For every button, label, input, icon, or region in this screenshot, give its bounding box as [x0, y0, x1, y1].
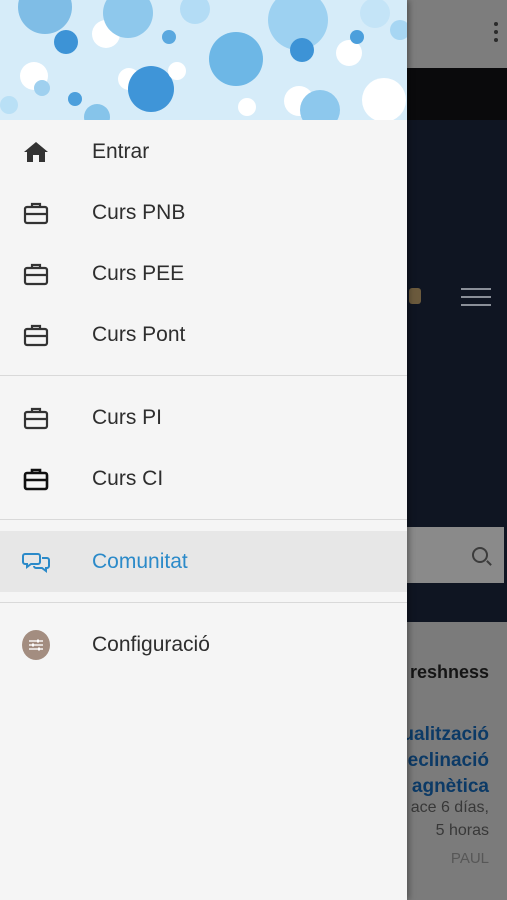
divider	[0, 602, 407, 603]
menu-item-label: Curs CI	[92, 466, 164, 490]
site-logo-icon	[409, 288, 421, 304]
home-icon	[22, 138, 50, 166]
timestamp-line: 5 horas	[435, 822, 489, 839]
drawer-header-bubbles	[0, 0, 407, 120]
menu-item-label: Entrar	[92, 139, 150, 163]
search-box[interactable]	[400, 527, 504, 583]
navigation-drawer: Entrar Curs PNB Curs PEE Curs Pont Curs …	[0, 0, 407, 900]
menu-item-curs-pont[interactable]: Curs Pont	[0, 304, 407, 365]
menu-item-label: Configuració	[92, 632, 210, 656]
menu-item-curs-pi[interactable]: Curs PI	[0, 387, 407, 448]
briefcase-icon	[22, 260, 50, 288]
hamburger-menu-icon[interactable]	[461, 288, 491, 306]
briefcase-icon	[22, 321, 50, 349]
section-heading: reshness	[409, 662, 489, 682]
briefcase-icon	[22, 404, 50, 432]
menu-item-label: Curs PI	[92, 405, 163, 429]
divider	[0, 519, 407, 520]
more-options-icon[interactable]	[493, 22, 499, 46]
briefcase-icon	[22, 465, 50, 493]
menu-item-curs-ci[interactable]: Curs CI	[0, 448, 407, 509]
drawer-menu: Entrar Curs PNB Curs PEE Curs Pont Curs …	[0, 120, 407, 675]
menu-item-label: Comunitat	[92, 549, 188, 573]
menu-item-label: Curs PNB	[92, 200, 186, 224]
divider	[0, 375, 407, 376]
timestamp-line: ace 6 días,	[410, 799, 489, 816]
menu-item-curs-pee[interactable]: Curs PEE	[0, 243, 407, 304]
menu-item-label: Curs PEE	[92, 261, 185, 285]
search-icon[interactable]	[472, 547, 488, 563]
menu-item-entrar[interactable]: Entrar	[0, 121, 407, 182]
settings-icon	[22, 629, 50, 660]
menu-item-label: Curs Pont	[92, 322, 186, 346]
news-author: PAUL	[450, 850, 489, 867]
menu-item-comunitat[interactable]: Comunitat	[0, 531, 407, 592]
news-timestamp: ace 6 días, 5 horas	[411, 796, 489, 842]
menu-item-configuracio[interactable]: Configuració	[0, 614, 407, 675]
briefcase-icon	[22, 199, 50, 227]
chat-icon	[22, 548, 50, 576]
menu-item-curs-pnb[interactable]: Curs PNB	[0, 182, 407, 243]
